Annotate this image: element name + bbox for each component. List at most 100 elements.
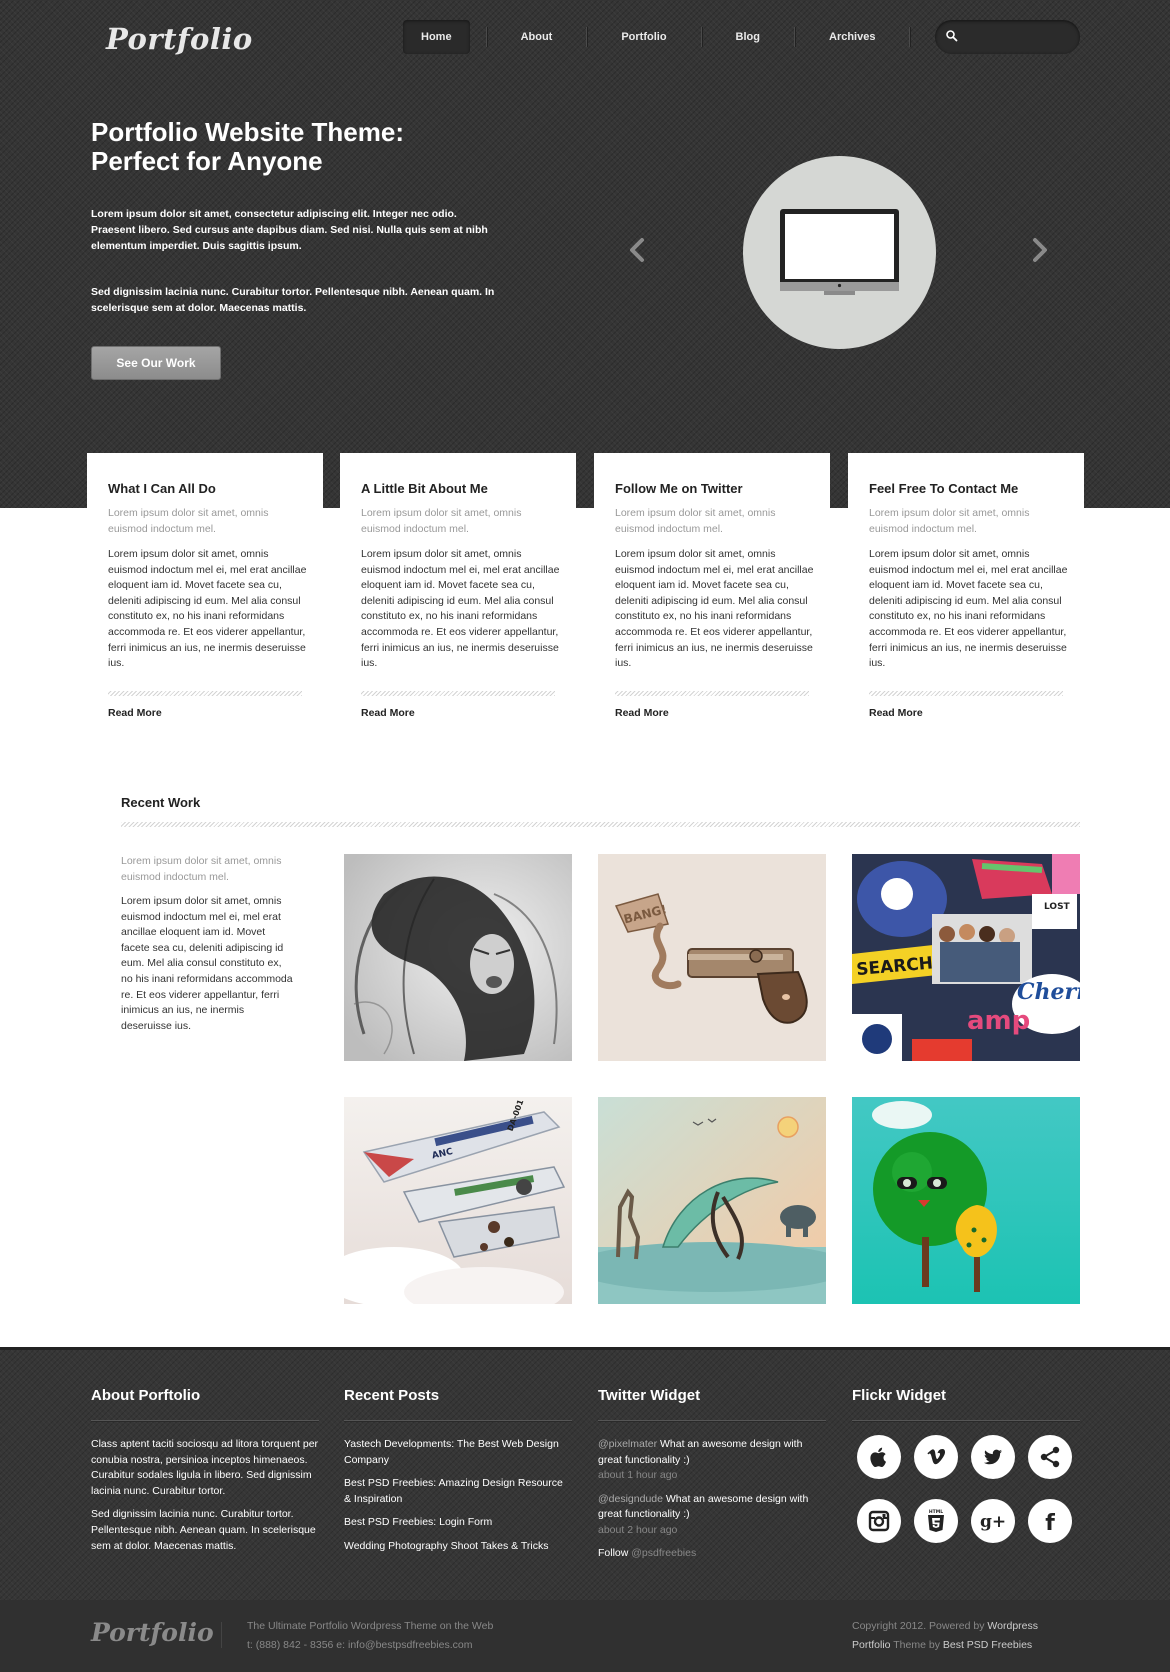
airplanes-image: DA-001 ANC [344,1097,572,1304]
wordpress-link[interactable]: Wordpress [987,1620,1038,1632]
tree-character-image [852,1097,1080,1304]
read-more-link[interactable]: Read More [615,707,669,719]
google-plus-label: g+ [980,1512,1006,1532]
hatched-divider [108,691,302,696]
recent-post-link[interactable]: Best PSD Freebies: Amazing Design Resour… [344,1476,572,1507]
html5-label: HTML [929,1509,943,1515]
nav-item-blog[interactable]: Blog [718,20,778,54]
follow-prefix: Follow [598,1546,632,1559]
search-input[interactable] [965,27,1070,47]
recent-post-link[interactable]: Yastech Developments: The Best Web Desig… [344,1437,572,1468]
share-icon[interactable] [1028,1435,1072,1479]
nav-divider [485,27,487,47]
hero-title-line2: Perfect for Anyone [91,146,323,176]
html5-icon[interactable]: HTML [914,1499,958,1543]
footer-flickr-widget: Flickr Widget HTML g+ f [852,1387,1080,1543]
recent-post-link[interactable]: Wedding Photography Shoot Takes & Tricks [344,1539,572,1555]
site-logo[interactable]: Portfolio [106,22,253,56]
hatched-divider [615,691,809,696]
feature-body: Lorem ipsum dolor sit amet, omnis euismo… [108,548,307,670]
hatched-divider [361,691,555,696]
nav-item-home[interactable]: Home [403,20,470,54]
feature-body: Lorem ipsum dolor sit amet, omnis euismo… [869,548,1068,670]
work-thumb-tree-character[interactable] [852,1097,1080,1304]
nav-item-about[interactable]: About [503,20,571,54]
footer-copyright: Copyright 2012. Powered by Wordpress Por… [852,1617,1038,1655]
feature-body: Lorem ipsum dolor sit amet, omnis euismo… [615,548,814,670]
footer-logo[interactable]: Portfolio [91,1618,214,1647]
hero-section: Portfolio Home About Portfolio Blog Arch… [0,0,1170,508]
copyright-prefix: Copyright 2012. Powered by [852,1620,988,1632]
facebook-icon[interactable]: f [1028,1499,1072,1543]
instagram-icon[interactable] [857,1499,901,1543]
hero-paragraph-2: Sed dignissim lacinia nunc. Curabitur to… [91,286,495,314]
cherry-sticker-label: Cherry [1017,979,1080,1005]
stickers-image: SEARCH LOST Cherry amp [852,854,1080,1061]
nav-divider [794,27,795,47]
slider-prev-arrow-icon[interactable] [627,235,647,265]
feature-box-contact: Feel Free To Contact Me Lorem ipsum dolo… [848,453,1084,743]
work-thumb-bang-gun[interactable]: BANG! [598,854,826,1061]
search-box [935,20,1080,54]
lost-sticker-label: LOST [1044,902,1071,912]
tweet-handle-link[interactable]: @designdude [598,1493,663,1505]
feature-box-about-me: A Little Bit About Me Lorem ipsum dolor … [340,453,576,743]
nav-divider [909,27,911,47]
tweet: @designdude What an awesome design with … [598,1492,826,1539]
feature-subtitle: Lorem ipsum dolor sit amet, omnis euismo… [869,507,1030,535]
footer-twitter-widget: Twitter Widget @pixelmater What an aweso… [598,1387,826,1559]
read-more-link[interactable]: Read More [361,707,415,719]
recent-work-heading: Recent Work [121,795,201,810]
google-plus-icon[interactable]: g+ [971,1499,1015,1543]
desert-tree-image [598,1097,826,1304]
work-thumb-desert-tree[interactable] [598,1097,826,1304]
nav-divider [586,27,588,47]
read-more-link[interactable]: Read More [108,707,162,719]
search-icon[interactable] [945,29,959,43]
smoke-portrait-image [344,854,572,1061]
see-our-work-button[interactable]: See Our Work [91,346,221,380]
footer-recent-posts: Recent Posts Yastech Developments: The B… [344,1387,572,1555]
work-thumb-stickers[interactable]: SEARCH LOST Cherry amp [852,854,1080,1061]
feature-subtitle: Lorem ipsum dolor sit amet, omnis euismo… [361,507,522,535]
tweet: @pixelmater What an awesome design with … [598,1437,826,1484]
footer-flickr-title: Flickr Widget [852,1387,1080,1421]
slide-image-monitor [743,156,936,349]
nav-divider [700,27,702,47]
read-more-link[interactable]: Read More [869,707,923,719]
recent-work-subtitle: Lorem ipsum dolor sit amet, omnis euismo… [121,855,282,883]
footer-about: About Porftolio Class aptent taciti soci… [91,1387,319,1554]
recent-post-link[interactable]: Best PSD Freebies: Login Form [344,1515,572,1531]
footer-divider [221,1622,222,1648]
footer-recent-posts-title: Recent Posts [344,1387,572,1421]
hero-paragraph-1: Lorem ipsum dolor sit amet, consectetur … [91,208,488,252]
feature-title: What I Can All Do [108,481,216,496]
tweet-handle-link[interactable]: @pixelmater [598,1438,657,1450]
contact-text: t: (888) 842 - 8356 e: info@bestpsdfreeb… [247,1639,473,1651]
best-psd-freebies-link[interactable]: Best PSD Freebies [943,1639,1032,1651]
footer-twitter-title: Twitter Widget [598,1387,826,1421]
hatched-divider [869,691,1063,696]
work-thumb-smoke-portrait[interactable] [344,854,572,1061]
feature-title: A Little Bit About Me [361,481,488,496]
bottom-bar: Portfolio The Ultimate Portfolio Wordpre… [0,1600,1170,1672]
apple-icon[interactable] [857,1435,901,1479]
footer-about-title: About Porftolio [91,1387,319,1421]
slider-next-arrow-icon[interactable] [1030,235,1050,265]
nav-item-portfolio[interactable]: Portfolio [603,20,684,54]
tweet-time: about 2 hour ago [598,1523,678,1536]
facebook-label: f [1045,1511,1055,1534]
vimeo-icon[interactable] [914,1435,958,1479]
footer-tagline: The Ultimate Portfolio Wordpress Theme o… [247,1617,493,1655]
hatched-divider [121,822,1080,827]
feature-box-what-i-do: What I Can All Do Lorem ipsum dolor sit … [87,453,323,743]
work-thumb-airplanes[interactable]: DA-001 ANC [344,1097,572,1304]
feature-subtitle: Lorem ipsum dolor sit amet, omnis euismo… [108,507,269,535]
footer-about-text: Sed dignissim lacinia nunc. Curabitur to… [91,1508,316,1552]
follow-handle-link[interactable]: @psdfreebies [631,1547,696,1559]
credit-theme-name: Portfolio [852,1639,891,1651]
twitter-icon[interactable] [971,1435,1015,1479]
feature-title: Follow Me on Twitter [615,481,743,496]
feature-box-twitter: Follow Me on Twitter Lorem ipsum dolor s… [594,453,830,743]
nav-item-archives[interactable]: Archives [811,20,893,54]
